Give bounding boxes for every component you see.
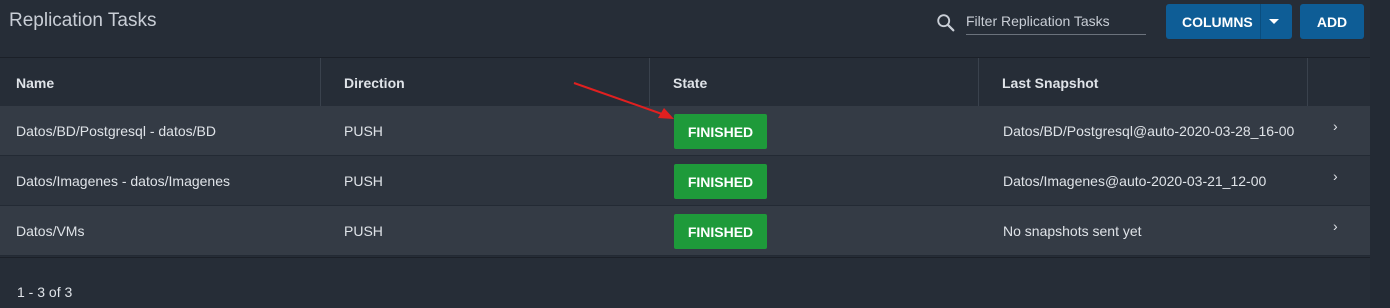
cell-last-snapshot: Datos/Imagenes@auto-2020-03-21_12-00 — [1003, 173, 1267, 189]
column-resizer[interactable] — [978, 58, 979, 106]
table-row[interactable]: Datos/BD/Postgresql - datos/BD PUSH FINI… — [0, 106, 1370, 156]
columns-button[interactable]: COLUMNS — [1166, 4, 1292, 39]
column-header-last-snapshot[interactable]: Last Snapshot — [1002, 58, 1098, 106]
search-icon[interactable] — [935, 12, 957, 34]
replication-tasks-card: Replication Tasks COLUMNS ADD Name Direc… — [0, 0, 1370, 308]
status-badge[interactable]: FINISHED — [674, 114, 767, 149]
cell-name: Datos/VMs — [16, 223, 85, 239]
column-header-direction[interactable]: Direction — [344, 58, 405, 106]
cell-direction: PUSH — [344, 173, 383, 189]
annotation-arrow — [573, 82, 674, 119]
caret-down-icon[interactable] — [1269, 19, 1279, 24]
pagination-range: 1 - 3 of 3 — [17, 284, 73, 300]
chevron-right-icon[interactable]: › — [1333, 118, 1345, 138]
table-row[interactable]: Datos/VMs PUSH FINISHED No snapshots sen… — [0, 206, 1370, 256]
table-row[interactable]: Datos/Imagenes - datos/Imagenes PUSH FIN… — [0, 156, 1370, 206]
add-button[interactable]: ADD — [1300, 4, 1364, 39]
footer-divider — [0, 257, 1370, 258]
status-badge[interactable]: FINISHED — [674, 164, 767, 199]
column-header-name[interactable]: Name — [16, 58, 54, 106]
column-resizer[interactable] — [1307, 58, 1308, 106]
table-header: Name Direction State Last Snapshot — [0, 57, 1370, 106]
columns-button-divider — [1260, 4, 1261, 39]
chevron-right-icon[interactable]: › — [1333, 168, 1345, 188]
page-title: Replication Tasks — [9, 10, 157, 31]
cell-last-snapshot: Datos/BD/Postgresql@auto-2020-03-28_16-0… — [1003, 123, 1295, 139]
cell-direction: PUSH — [344, 123, 383, 139]
cell-direction: PUSH — [344, 223, 383, 239]
scrollbar-track[interactable] — [1370, 0, 1390, 308]
cell-name: Datos/Imagenes - datos/Imagenes — [16, 173, 231, 189]
status-badge[interactable]: FINISHED — [674, 214, 767, 249]
cell-name: Datos/BD/Postgresql - datos/BD — [16, 123, 216, 139]
chevron-right-icon[interactable]: › — [1333, 218, 1345, 238]
column-resizer[interactable] — [320, 58, 321, 106]
filter-input[interactable] — [966, 8, 1146, 35]
cell-last-snapshot: No snapshots sent yet — [1003, 223, 1142, 239]
columns-button-label: COLUMNS — [1182, 14, 1253, 30]
